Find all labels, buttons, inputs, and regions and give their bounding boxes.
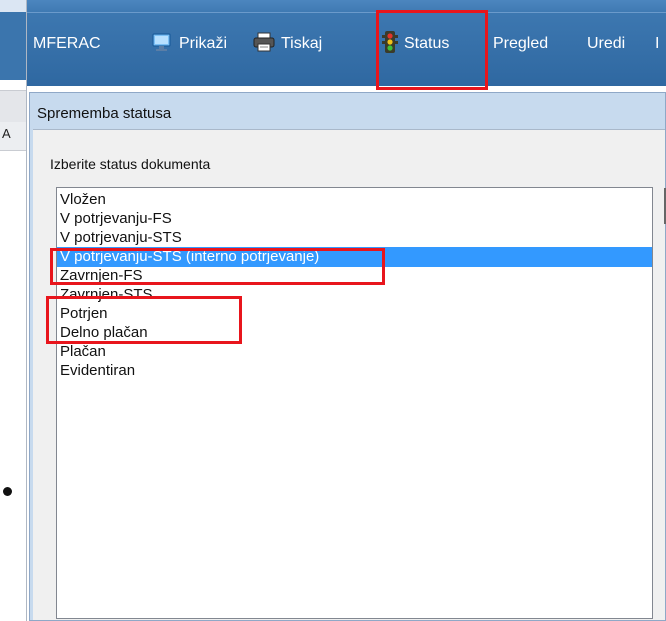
rejected-confirmed-highlight	[46, 296, 242, 344]
toolbar-uredi-button[interactable]: Uredi	[587, 32, 625, 56]
toolbar-tiskaj-button[interactable]: Tiskaj	[253, 32, 322, 56]
selected-status-highlight	[50, 248, 385, 285]
dialog-body: Izberite status dokumenta Vložen V potrj…	[33, 129, 666, 620]
toolbar-prikazi-button[interactable]: Prikaži	[151, 32, 227, 56]
printer-icon	[253, 32, 275, 57]
toolbar-more-button[interactable]: I	[655, 32, 659, 56]
background-window-text: A	[2, 126, 11, 141]
toolbar-app-label: MFERAC	[33, 35, 101, 52]
status-item-evidentiran[interactable]: Evidentiran	[57, 361, 652, 381]
dialog-title: Sprememba statusa	[37, 105, 172, 122]
background-bullet	[3, 487, 12, 496]
toolbar-prikazi-label: Prikaži	[179, 35, 228, 52]
toolbar-uredi-label: Uredi	[587, 35, 626, 52]
monitor-icon	[151, 32, 173, 57]
status-item-v-potrjevanju-fs[interactable]: V potrjevanju-FS	[57, 209, 652, 229]
toolbar-app-button[interactable]: MFERAC	[33, 32, 101, 56]
status-group-label: Izberite status dokumenta	[50, 156, 211, 172]
background-window-edge	[26, 0, 27, 621]
background-window: A	[0, 0, 27, 621]
status-item-placan[interactable]: Plačan	[57, 342, 652, 362]
status-item-vlozen[interactable]: Vložen	[57, 190, 652, 210]
toolbar-more-label: I	[655, 35, 660, 52]
status-button-highlight	[376, 10, 488, 90]
status-change-dialog: Sprememba statusa Izberite status dokume…	[29, 92, 666, 621]
toolbar-tiskaj-label: Tiskaj	[281, 35, 323, 52]
toolbar-pregled-label: Pregled	[493, 35, 549, 52]
toolbar-pregled-button[interactable]: Pregled	[493, 32, 548, 56]
background-window-toolbar	[0, 12, 27, 80]
toolbar-top-strip	[27, 0, 666, 13]
main-toolbar: MFERAC Prikaži Tiskaj Status Pregled Ure…	[27, 0, 666, 86]
background-window-header	[0, 90, 27, 123]
background-window-titlebar	[0, 0, 27, 12]
status-item-v-potrjevanju-sts[interactable]: V potrjevanju-STS	[57, 228, 652, 248]
